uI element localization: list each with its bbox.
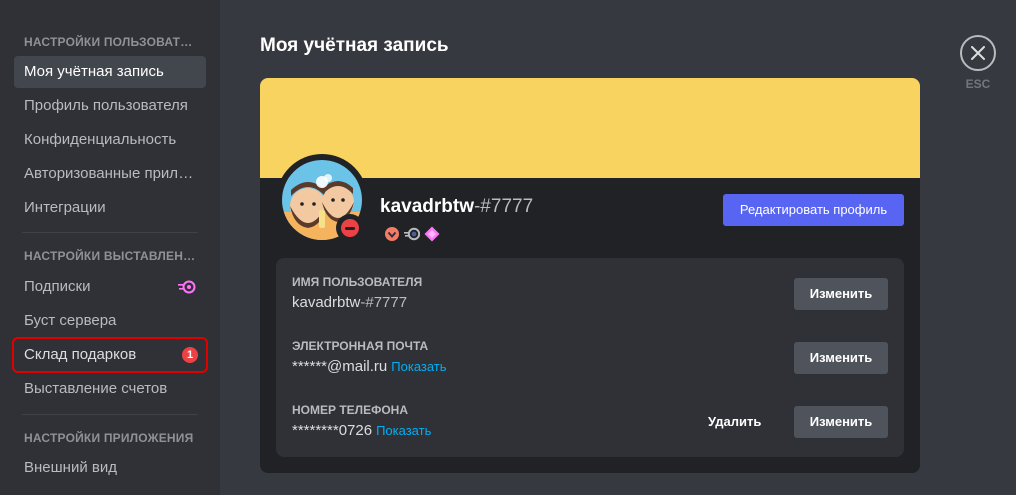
profile-banner [260, 78, 920, 178]
sidebar-item-label: Профиль пользователя [24, 97, 188, 114]
edit-username-button[interactable]: Изменить [794, 278, 888, 310]
sidebar-item-integrations[interactable]: Интеграции [14, 192, 206, 224]
sidebar-item-authorized-apps[interactable]: Авторизованные приложения [14, 158, 206, 190]
section-header-billing-settings: НАСТРОЙКИ ВЫСТАВЛЕНИЯ СЧЕТОВ [24, 249, 200, 263]
sidebar-item-my-account[interactable]: Моя учётная запись [14, 56, 206, 88]
email-field-value: ******@mail.ru Показать [292, 358, 447, 375]
edit-profile-button[interactable]: Редактировать профиль [723, 194, 904, 226]
settings-sidebar: НАСТРОЙКИ ПОЛЬЗОВАТЕЛЯ Моя учётная запис… [0, 0, 220, 495]
close-icon [971, 46, 985, 60]
boost-icon[interactable] [424, 226, 440, 242]
avatar-wrapper[interactable] [276, 154, 368, 246]
notification-badge: 1 [182, 347, 198, 363]
sidebar-divider [22, 232, 198, 233]
username-field-value: kavadrbtw-#7777 [292, 294, 407, 311]
close-settings[interactable]: ESC [960, 35, 996, 91]
discriminator-value: -#7777 [360, 294, 408, 311]
edit-email-button[interactable]: Изменить [794, 342, 888, 374]
close-button[interactable] [960, 35, 996, 71]
status-indicator [336, 214, 364, 242]
sidebar-divider [22, 414, 198, 415]
hypesquad-icon[interactable] [384, 226, 400, 242]
email-value: ******@mail.ru [292, 358, 388, 375]
sidebar-item-user-profile[interactable]: Профиль пользователя [14, 90, 206, 122]
phone-field-label: НОМЕР ТЕЛЕФОНА [292, 403, 409, 417]
profile-badges [384, 226, 440, 242]
nitro-icon [178, 280, 196, 294]
sidebar-item-subscriptions[interactable]: Подписки [14, 271, 206, 303]
sidebar-item-label: Моя учётная запись [24, 63, 164, 80]
reveal-phone-link[interactable]: Показать [376, 423, 431, 438]
section-header-user-settings: НАСТРОЙКИ ПОЛЬЗОВАТЕЛЯ [24, 35, 200, 49]
sidebar-item-billing[interactable]: Выставление счетов [14, 373, 206, 405]
edit-phone-button[interactable]: Изменить [794, 406, 888, 438]
sidebar-item-label: Выставление счетов [24, 380, 168, 397]
remove-phone-button[interactable]: Удалить [708, 406, 761, 438]
phone-value: ********0726 [292, 422, 373, 439]
dnd-status-icon [341, 219, 359, 237]
username-field-label: ИМЯ ПОЛЬЗОВАТЕЛЯ [292, 275, 423, 289]
phone-field-value: ********0726 Показать [292, 422, 431, 439]
reveal-email-link[interactable]: Показать [391, 359, 446, 374]
sidebar-item-appearance[interactable]: Внешний вид [14, 452, 206, 484]
profile-username: kavadrbtw-#7777 [380, 196, 533, 218]
sidebar-item-label: Конфиденциальность [24, 131, 177, 148]
username-value: kavadrbtw [292, 294, 361, 311]
esc-label: ESC [965, 77, 991, 91]
sidebar-item-label: Буст сервера [24, 312, 117, 329]
sidebar-item-label: Интеграции [24, 199, 106, 216]
sidebar-item-server-boost[interactable]: Буст сервера [14, 305, 206, 337]
account-info-panel: ИМЯ ПОЛЬЗОВАТЕЛЯ kavadrbtw-#7777 Изменит… [276, 258, 904, 457]
username-text: kavadrbtw [380, 196, 474, 217]
page-title: Моя учётная запись [260, 35, 449, 56]
account-card: kavadrbtw-#7777 Редактировать профиль ИМ… [260, 78, 920, 473]
discriminator-text: -#7777 [473, 196, 534, 217]
sidebar-item-label: Авторизованные приложения [24, 165, 206, 182]
email-field-label: ЭЛЕКТРОННАЯ ПОЧТА [292, 339, 429, 353]
sidebar-item-label: Подписки [24, 278, 91, 295]
section-header-app-settings: НАСТРОЙКИ ПРИЛОЖЕНИЯ [24, 431, 194, 445]
nitro-icon[interactable] [404, 226, 420, 242]
sidebar-item-label: Внешний вид [24, 459, 117, 476]
sidebar-item-privacy[interactable]: Конфиденциальность [14, 124, 206, 156]
sidebar-item-gift-inventory[interactable]: Склад подарков 1 [12, 337, 208, 373]
sidebar-item-label: Склад подарков [24, 346, 137, 363]
